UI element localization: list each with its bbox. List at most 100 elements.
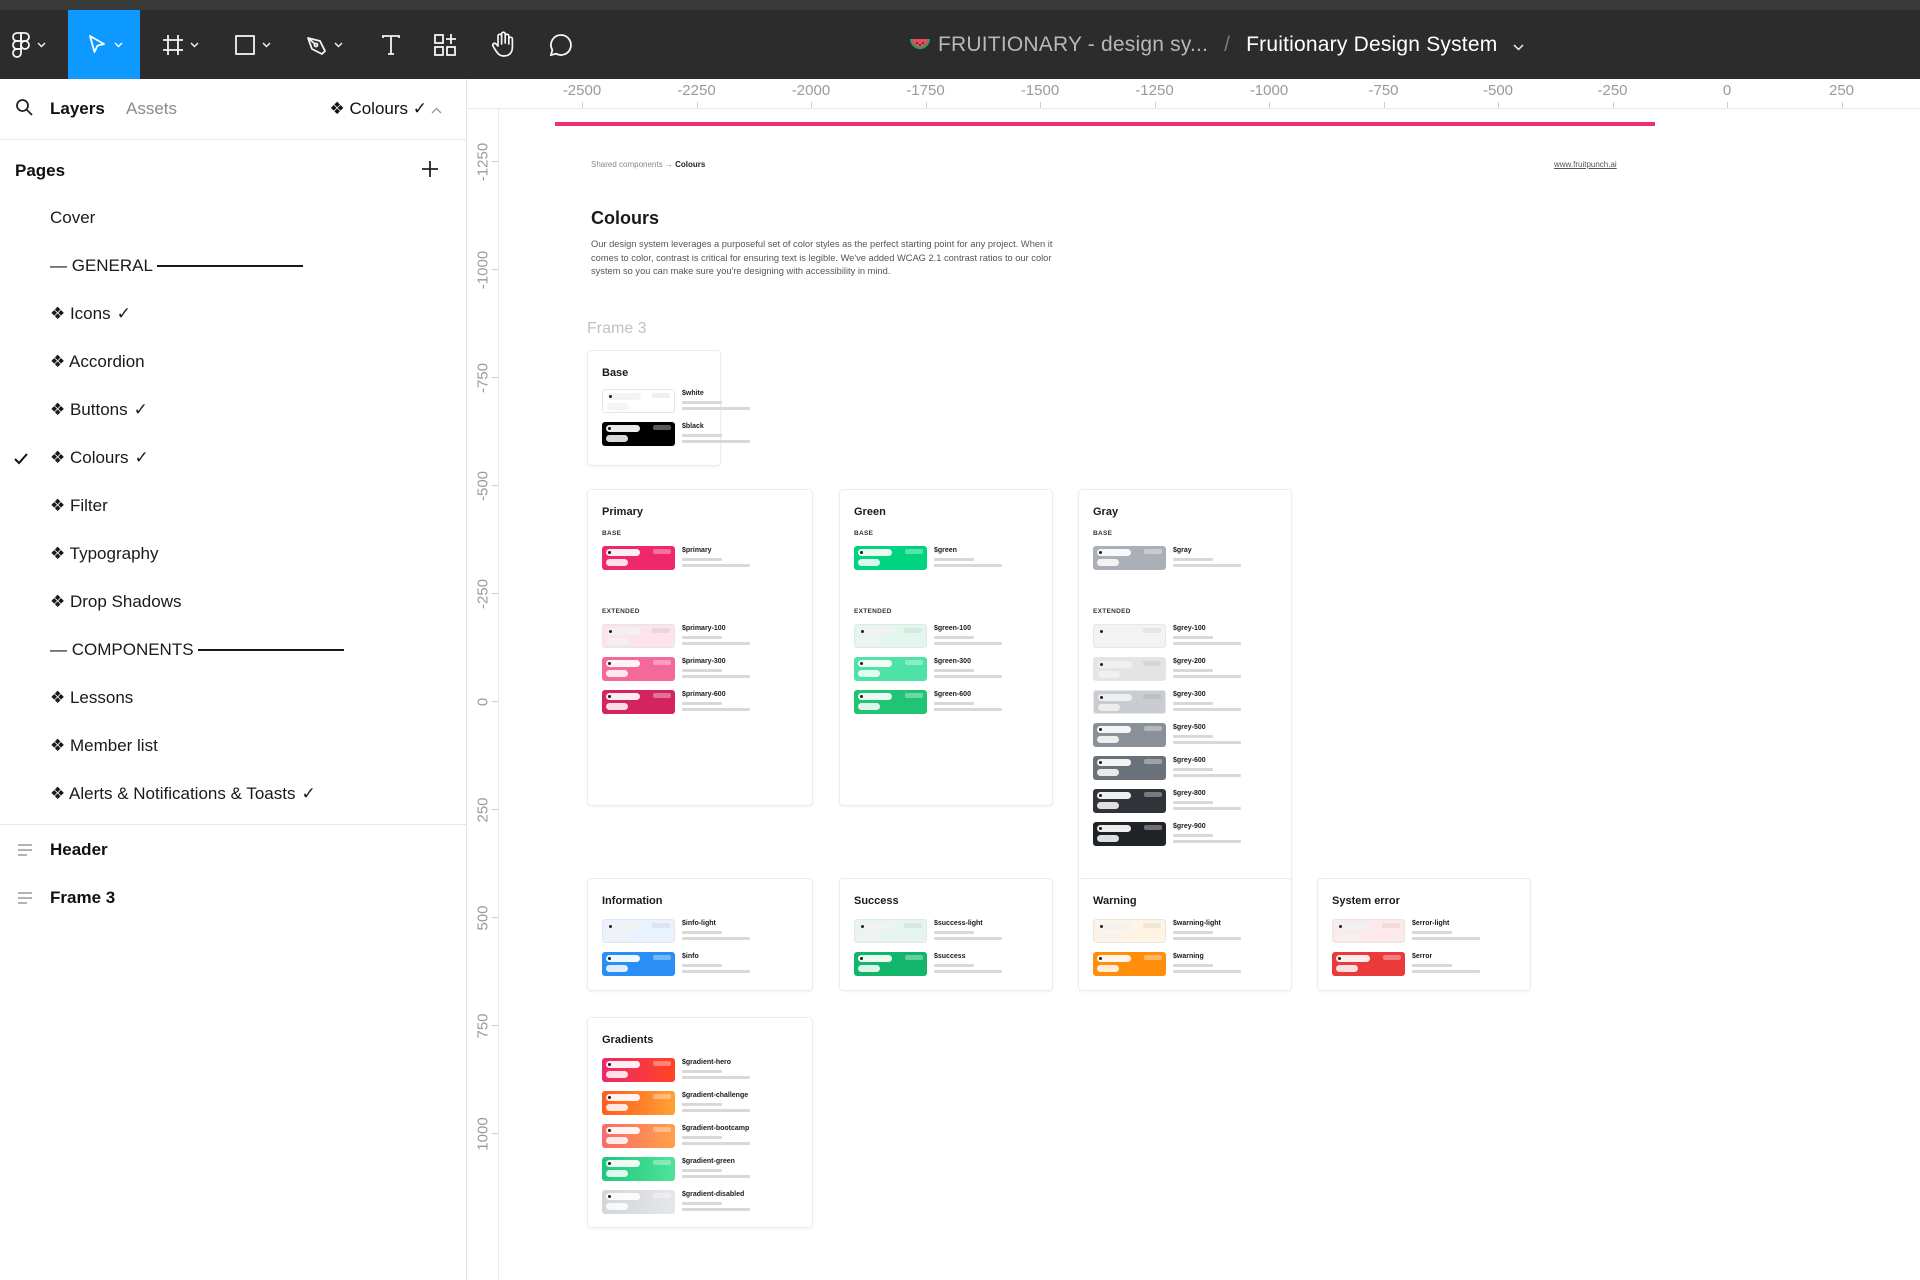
chevron-down-icon[interactable]	[1513, 33, 1524, 57]
page-item-icons[interactable]: ❖ Icons ✓	[50, 299, 131, 329]
colour-swatch[interactable]	[854, 624, 927, 648]
swatch-hex-meta	[1173, 735, 1213, 738]
colour-swatch[interactable]	[602, 1058, 675, 1082]
colour-swatch[interactable]	[854, 690, 927, 714]
page-description[interactable]: Our design system leverages a purposeful…	[591, 238, 1081, 279]
page-item-cover[interactable]: Cover	[50, 203, 95, 233]
colour-swatch[interactable]	[854, 919, 927, 943]
colour-swatch[interactable]	[854, 952, 927, 976]
pen-tool-button[interactable]	[294, 10, 354, 79]
page-item-drop-shadows[interactable]: ❖ Drop Shadows	[50, 587, 181, 617]
ruler-tick-label: 0	[1722, 82, 1732, 99]
page-item-member-list[interactable]: ❖ Member list	[50, 731, 158, 761]
colour-card-green[interactable]: Green BASE $green EXTENDED $green-100 $green-…	[839, 489, 1053, 806]
colour-swatch[interactable]	[1332, 919, 1405, 943]
colour-swatch[interactable]	[602, 546, 675, 570]
colour-swatch[interactable]	[854, 657, 927, 681]
contrast-badge	[606, 1160, 640, 1167]
page-item-filter[interactable]: ❖ Filter	[50, 491, 108, 521]
main-menu-button[interactable]	[0, 10, 56, 79]
contrast-badge	[905, 693, 923, 698]
colour-swatch[interactable]	[1093, 756, 1166, 780]
text-tool-button[interactable]	[366, 10, 416, 79]
colour-swatch[interactable]	[1332, 952, 1405, 976]
page-item-buttons[interactable]: ❖ Buttons ✓	[50, 395, 148, 425]
colour-swatch[interactable]	[1093, 624, 1166, 648]
search-icon[interactable]	[15, 98, 33, 121]
colour-swatch[interactable]	[602, 389, 675, 413]
colour-card-information[interactable]: Information $info-light $info	[587, 878, 813, 991]
page-item-lessons[interactable]: ❖ Lessons	[50, 683, 133, 713]
colour-card-warning[interactable]: Warning $warning-light $warning	[1078, 878, 1292, 991]
frame-label[interactable]: Frame 3	[587, 320, 647, 338]
contrast-badge	[1097, 759, 1131, 766]
resources-button[interactable]	[420, 10, 470, 79]
page-item-accordion[interactable]: ❖ Accordion	[50, 347, 145, 377]
layer-row-header[interactable]: Header	[0, 832, 466, 868]
swatch-hex-meta	[1412, 931, 1452, 934]
colour-swatch[interactable]	[602, 624, 675, 648]
swatch-name: $gradient-disabled	[682, 1191, 745, 1198]
colour-swatch[interactable]	[602, 690, 675, 714]
design-canvas[interactable]: Shared components → Colours www.fruitpun…	[500, 110, 1920, 1280]
swatch-rgb-meta	[682, 407, 750, 410]
shape-tool-button[interactable]	[222, 10, 282, 79]
ruler-tick	[492, 269, 498, 270]
page-item-components-separator[interactable]: — COMPONENTS	[50, 635, 344, 665]
current-page-selector[interactable]: ❖ Colours ✓	[329, 99, 442, 119]
frame-tool-button[interactable]	[150, 10, 210, 79]
colour-card-base[interactable]: Base $white $black	[587, 350, 750, 466]
colour-swatch[interactable]	[1093, 822, 1166, 846]
colour-swatch[interactable]	[1093, 789, 1166, 813]
colour-swatch[interactable]	[854, 546, 927, 570]
colour-swatch[interactable]	[602, 919, 675, 943]
colour-swatch[interactable]	[602, 1091, 675, 1115]
contrast-badge	[858, 965, 880, 972]
file-title[interactable]: FRUITIONARY - design sy... / Fruitionary…	[910, 10, 1524, 79]
site-link[interactable]: www.fruitpunch.ai	[1554, 160, 1617, 169]
tab-assets[interactable]: Assets	[126, 99, 177, 119]
colour-swatch[interactable]	[1093, 919, 1166, 943]
checkmark-icon: ✓	[133, 400, 148, 419]
contrast-badge	[1098, 933, 1120, 940]
swatch-name: $grey-600	[1173, 757, 1206, 764]
comment-tool-button[interactable]	[536, 10, 586, 79]
colour-swatch[interactable]	[602, 952, 675, 976]
hand-tool-button[interactable]	[478, 10, 528, 79]
colour-swatch[interactable]	[1093, 690, 1166, 714]
header-accent-line[interactable]	[555, 122, 1655, 126]
document-name[interactable]: Fruitionary Design System	[1246, 33, 1497, 57]
colour-swatch[interactable]	[1093, 657, 1166, 681]
add-page-button[interactable]	[418, 157, 442, 181]
colour-card-gradients[interactable]: Gradients $gradient-hero $gradient-challen…	[587, 1017, 813, 1228]
colour-swatch[interactable]	[1093, 952, 1166, 976]
contrast-badge	[606, 660, 640, 667]
layer-row-frame-3[interactable]: Frame 3	[0, 880, 466, 916]
colour-card-system-error[interactable]: System error $error-light $error	[1317, 878, 1531, 991]
colour-swatch[interactable]	[1093, 723, 1166, 747]
tab-layers[interactable]: Layers	[50, 99, 105, 119]
contrast-badge	[1098, 628, 1132, 635]
colour-swatch[interactable]	[602, 1190, 675, 1214]
move-tool-button[interactable]	[68, 10, 140, 79]
colour-swatch[interactable]	[602, 422, 675, 446]
colour-card-success[interactable]: Success $success-light $success	[839, 878, 1053, 991]
swatch-rgb-meta	[934, 970, 1002, 973]
page-title[interactable]: Colours	[591, 208, 659, 229]
ruler-horizontal: -2500 -2250 -2000 -1750 -1500 -1250 -1000 -750-…	[467, 79, 1920, 109]
page-item-typography[interactable]: ❖ Typography	[50, 539, 159, 569]
colour-card-primary[interactable]: Primary BASE $primary EXTENDED $primary-100 $…	[587, 489, 813, 806]
swatch-hex-meta	[1173, 834, 1213, 837]
ruler-tick-label: 250	[474, 797, 492, 823]
page-item-alerts[interactable]: ❖ Alerts & Notifications & Toasts ✓	[50, 779, 316, 809]
page-item-general-separator[interactable]: — GENERAL	[50, 251, 303, 281]
swatch-name: $success	[934, 953, 966, 960]
colour-swatch[interactable]	[602, 1157, 675, 1181]
section-subhead: EXTENDED	[854, 608, 892, 615]
colour-swatch[interactable]	[1093, 546, 1166, 570]
chevron-down-icon	[37, 42, 46, 48]
colour-swatch[interactable]	[602, 657, 675, 681]
page-item-colours[interactable]: ❖ Colours ✓	[14, 443, 149, 473]
colour-swatch[interactable]	[602, 1124, 675, 1148]
project-name[interactable]: FRUITIONARY - design sy...	[938, 33, 1208, 57]
